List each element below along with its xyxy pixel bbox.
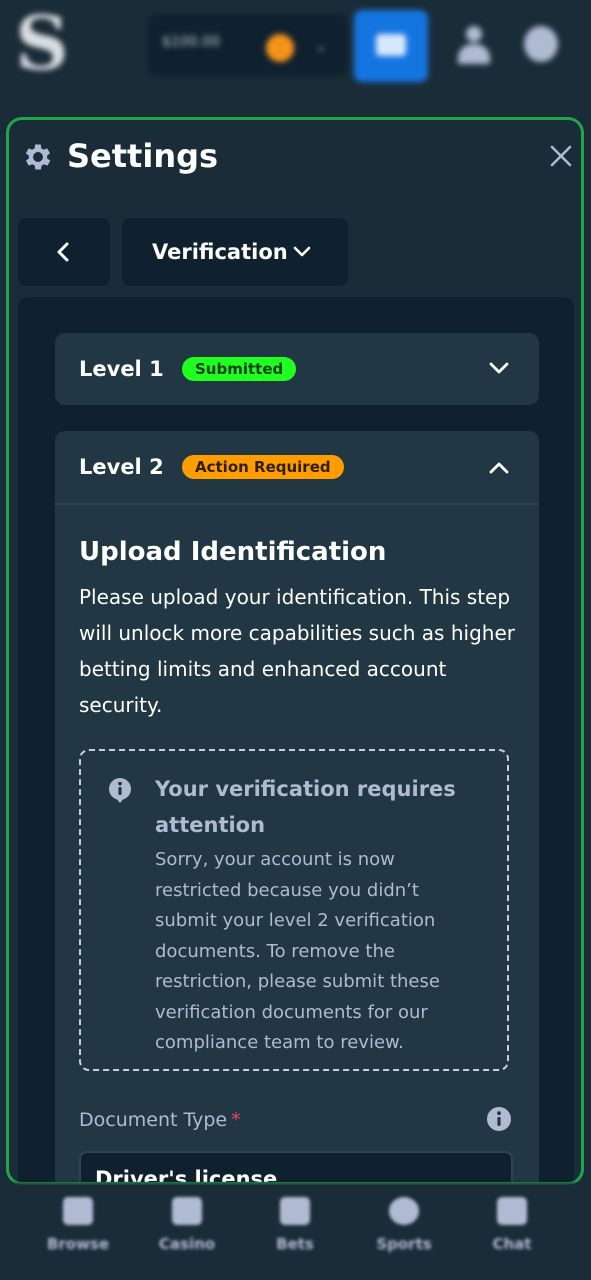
chevron-down-icon[interactable] bbox=[487, 359, 511, 379]
sports-icon bbox=[389, 1197, 419, 1225]
modal-header: Settings bbox=[9, 120, 581, 200]
browse-icon bbox=[63, 1197, 93, 1225]
balance-selector[interactable]: $100.00 ⌄ bbox=[148, 14, 348, 76]
back-button[interactable] bbox=[18, 218, 110, 286]
nav-sports[interactable]: Sports bbox=[359, 1197, 449, 1253]
nav-casino[interactable]: Casino bbox=[142, 1197, 232, 1253]
document-type-label: Document Type * bbox=[79, 1108, 241, 1132]
wallet-button[interactable] bbox=[354, 10, 428, 82]
bottom-navigation: Browse Casino Bets Sports Chat bbox=[0, 1183, 591, 1280]
nav-browse[interactable]: Browse bbox=[33, 1197, 123, 1253]
nav-label: Chat bbox=[492, 1235, 532, 1253]
document-type-value: Driver's license bbox=[95, 1167, 278, 1185]
gear-icon bbox=[25, 144, 51, 170]
settings-modal: Settings Verification Level 1 Submitted … bbox=[6, 117, 584, 1185]
level-2-header[interactable]: Level 2 Action Required bbox=[55, 431, 539, 505]
top-bar: S $100.00 ⌄ bbox=[0, 0, 591, 100]
notification-icon[interactable] bbox=[524, 26, 558, 62]
required-marker: * bbox=[231, 1109, 241, 1131]
status-badge: Submitted bbox=[182, 357, 297, 381]
nav-label: Sports bbox=[376, 1235, 432, 1253]
document-type-label-text: Document Type bbox=[79, 1109, 228, 1131]
modal-title: Settings bbox=[67, 137, 219, 175]
close-icon[interactable] bbox=[547, 142, 575, 170]
chevron-up-icon[interactable] bbox=[487, 457, 511, 477]
info-icon[interactable] bbox=[486, 1106, 512, 1132]
section-dropdown-label: Verification bbox=[152, 240, 288, 264]
level-2-body: Upload Identification Please upload your… bbox=[79, 535, 519, 723]
user-icon[interactable] bbox=[454, 24, 494, 66]
currency-coin-icon bbox=[266, 34, 294, 62]
chevron-left-icon bbox=[57, 242, 69, 262]
level-title: Level 1 bbox=[79, 357, 164, 381]
notice-title: Your verification requires attention bbox=[155, 777, 456, 837]
bets-icon bbox=[280, 1197, 310, 1225]
nav-bets[interactable]: Bets bbox=[250, 1197, 340, 1253]
casino-icon bbox=[172, 1197, 202, 1225]
upload-title: Upload Identification bbox=[79, 537, 387, 567]
notice-body: Sorry, your account is now restricted be… bbox=[155, 849, 440, 1053]
nav-label: Bets bbox=[276, 1235, 314, 1253]
document-type-select[interactable]: Driver's license bbox=[79, 1151, 513, 1185]
status-badge: Action Required bbox=[182, 455, 344, 479]
wallet-icon bbox=[376, 34, 406, 56]
nav-chat[interactable]: Chat bbox=[467, 1197, 557, 1253]
verification-content: Level 1 Submitted Level 2 Action Require… bbox=[18, 297, 574, 1185]
chevron-down-icon: ⌄ bbox=[314, 36, 328, 55]
info-icon bbox=[109, 778, 131, 803]
upload-description: Please upload your identification. This … bbox=[79, 585, 515, 717]
chat-icon bbox=[497, 1197, 527, 1225]
nav-label: Casino bbox=[158, 1235, 216, 1253]
site-logo[interactable]: S bbox=[12, 4, 72, 84]
verification-notice: Your verification requires attention Sor… bbox=[79, 749, 509, 1071]
level-1-accordion[interactable]: Level 1 Submitted bbox=[55, 333, 539, 405]
section-dropdown[interactable]: Verification bbox=[122, 218, 348, 286]
chevron-down-icon bbox=[293, 246, 311, 257]
balance-amount: $100.00 bbox=[162, 34, 220, 50]
nav-label: Browse bbox=[46, 1235, 110, 1253]
level-2-accordion: Level 2 Action Required Upload Identific… bbox=[55, 431, 539, 1185]
level-title: Level 2 bbox=[79, 455, 164, 479]
